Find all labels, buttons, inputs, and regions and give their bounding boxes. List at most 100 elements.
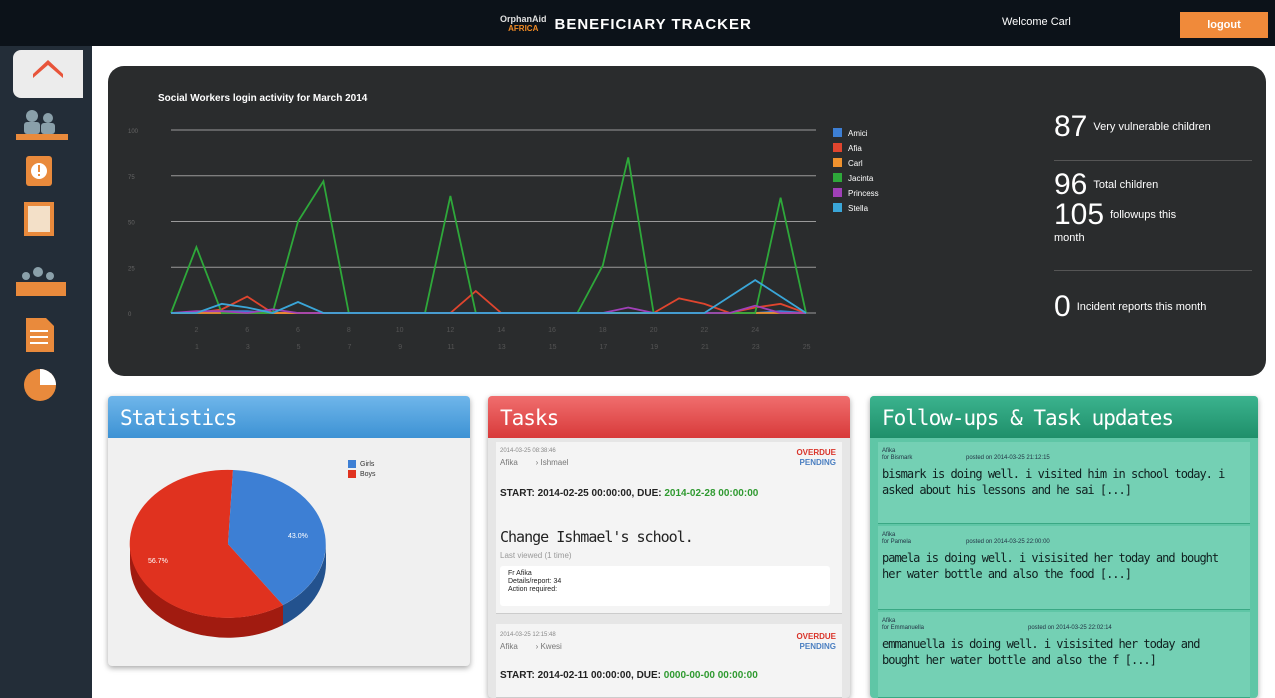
statistics-title: Statistics <box>108 396 470 438</box>
people-icon <box>16 110 68 140</box>
pie-label-girls: 43.0% <box>288 533 308 540</box>
stat-label: Very vulnerable children <box>1093 121 1211 133</box>
task-name: Change Ishmael's school. <box>500 528 694 546</box>
task-item[interactable]: 2014-03-25 08:38:46 Afika › Ishmael OVER… <box>496 442 842 614</box>
x-tick-label: 6 <box>245 327 249 334</box>
x-tick-label: 19 <box>650 344 658 351</box>
legend-label-carl: Carl <box>848 159 863 168</box>
stat-label: Incident reports this month <box>1076 301 1207 313</box>
followup-item[interactable]: Afika for Emmanuella posted on 2014-03-25… <box>878 612 1250 698</box>
x-tick-label: 23 <box>752 344 760 351</box>
x-tick-label: 14 <box>497 327 505 334</box>
sidebar-item-home[interactable] <box>13 50 83 98</box>
stat-label: Total children <box>1093 179 1159 191</box>
task-dates: START: 2014-02-11 00:00:00, DUE: 0000-00… <box>500 670 758 681</box>
legend-label-amici: Amici <box>848 129 868 138</box>
x-tick-label: 16 <box>548 327 556 334</box>
followup-text: emmanuella is doing well. i visisited he… <box>882 637 1200 667</box>
top-bar: OrphanAid AFRICA BENEFICIARY TRACKER Welc… <box>0 0 1275 46</box>
x-tick-label: 21 <box>701 344 709 351</box>
sidebar <box>0 46 92 698</box>
y-tick-label: 50 <box>128 221 135 227</box>
legend-swatch-amici <box>833 128 842 137</box>
stat-vulnerable: 87 Very vulnerable children <box>1054 110 1252 144</box>
legend-label-princess: Princess <box>848 189 879 198</box>
stat-total: 96 Total children <box>1054 168 1252 202</box>
task-status-overdue: OVERDUE <box>796 632 836 641</box>
pie-label-boys: 56.7% <box>148 558 168 565</box>
home-icon <box>33 60 63 78</box>
followup-text: pamela is doing well. i visisited her to… <box>882 551 1219 581</box>
x-tick-label: 1 <box>195 344 199 351</box>
followup-meta: Afika for Bismark <box>882 448 913 461</box>
activity-panel: Social Workers login activity for March … <box>108 66 1266 376</box>
task-timestamp: 2014-03-25 08:38:46 <box>500 448 556 454</box>
stat-value: 105 <box>1054 198 1105 231</box>
sidebar-item-alerts[interactable] <box>14 152 72 190</box>
x-tick-label: 20 <box>650 327 658 334</box>
legend-swatch-jacinta <box>833 173 842 182</box>
legend-label-afia: Afia <box>848 144 862 153</box>
app-title: BENEFICIARY TRACKER <box>554 15 752 33</box>
x-tick-label: 15 <box>549 344 557 351</box>
stat-value: 87 <box>1054 110 1088 143</box>
tasks-card: Tasks 2014-03-25 08:38:46 Afika › Ishmae… <box>488 396 850 698</box>
tasks-title: Tasks <box>488 396 850 438</box>
task-details-box: Fr Afika Details/report: 34 Action requi… <box>500 566 830 606</box>
stat-incidents: 0 Incident reports this month <box>1054 290 1252 324</box>
stat-label: followups this <box>1110 209 1177 221</box>
gender-pie-chart: 43.0% 56.7% <box>129 469 326 638</box>
divider <box>1054 160 1252 161</box>
followup-item[interactable]: Afika for Bismark posted on 2014-03-25 21… <box>878 442 1250 524</box>
followups-card: Follow-ups & Task updates Afika for Bisma… <box>870 396 1258 698</box>
x-tick-label: 25 <box>803 344 811 351</box>
followup-item[interactable]: Afika for Pamela posted on 2014-03-25 22:… <box>878 526 1250 610</box>
y-tick-label: 0 <box>128 312 132 318</box>
legend-swatch-princess <box>833 188 842 197</box>
x-tick-label: 9 <box>398 344 402 351</box>
followup-posted: posted on 2014-03-25 22:02:14 <box>1028 625 1112 631</box>
task-people: Afika › Ishmael <box>500 458 569 467</box>
y-tick-label: 75 <box>128 175 135 181</box>
x-tick-label: 8 <box>347 327 351 334</box>
task-item[interactable]: 2014-03-25 12:15:48 Afika › Kwesi OVERDU… <box>496 624 842 698</box>
legend-swatch-carl <box>833 158 842 167</box>
login-activity-chart: 10075502502 6 6 8 10 12 14 16 18 20 22 241 3 5 7 9 11 13 1… <box>128 128 879 351</box>
sidebar-item-groups[interactable] <box>14 260 72 298</box>
task-dates: START: 2014-02-25 00:00:00, DUE: 2014-02… <box>500 488 759 499</box>
followup-posted: posted on 2014-03-25 22:00:00 <box>966 539 1050 545</box>
divider <box>1054 270 1252 271</box>
y-tick-label: 100 <box>128 129 139 135</box>
task-status-pending: PENDING <box>799 458 836 467</box>
document-icon <box>24 202 54 236</box>
task-status-pending: PENDING <box>799 642 836 651</box>
followup-meta: Afika for Emmanuella <box>882 618 925 631</box>
sidebar-item-statistics[interactable] <box>14 366 72 404</box>
alert-icon <box>26 156 52 186</box>
stat-value: 96 <box>1054 168 1088 201</box>
x-tick-label: 7 <box>347 344 351 351</box>
legend-swatch-afia <box>833 143 842 152</box>
x-tick-label: 2 <box>194 327 198 334</box>
x-tick-label: 3 <box>246 344 250 351</box>
logout-button[interactable]: logout <box>1180 12 1268 38</box>
x-tick-label: 24 <box>751 327 759 334</box>
x-tick-label: 6 <box>296 327 300 334</box>
task-timestamp: 2014-03-25 12:15:48 <box>500 632 556 638</box>
followup-text: bismark is doing well. i visited him in … <box>882 467 1225 497</box>
pie-chart-icon <box>24 369 56 401</box>
sidebar-item-documents[interactable] <box>14 200 72 238</box>
x-tick-label: 11 <box>447 344 454 351</box>
sidebar-item-people[interactable] <box>14 104 72 142</box>
stat-value: 0 <box>1054 290 1071 323</box>
sidebar-item-reports[interactable] <box>14 316 72 354</box>
report-icon <box>26 318 54 352</box>
followup-posted: posted on 2014-03-25 21:12:15 <box>966 455 1050 461</box>
statistics-card: Statistics Girls Boys 43.0% 56.7% <box>108 396 470 666</box>
group-icon <box>16 267 66 296</box>
x-tick-label: 18 <box>599 327 607 334</box>
task-people: Afika › Kwesi <box>500 642 562 651</box>
followup-meta: Afika for Pamela <box>882 532 912 545</box>
logo: OrphanAid AFRICA <box>500 14 547 34</box>
task-status-overdue: OVERDUE <box>796 448 836 457</box>
